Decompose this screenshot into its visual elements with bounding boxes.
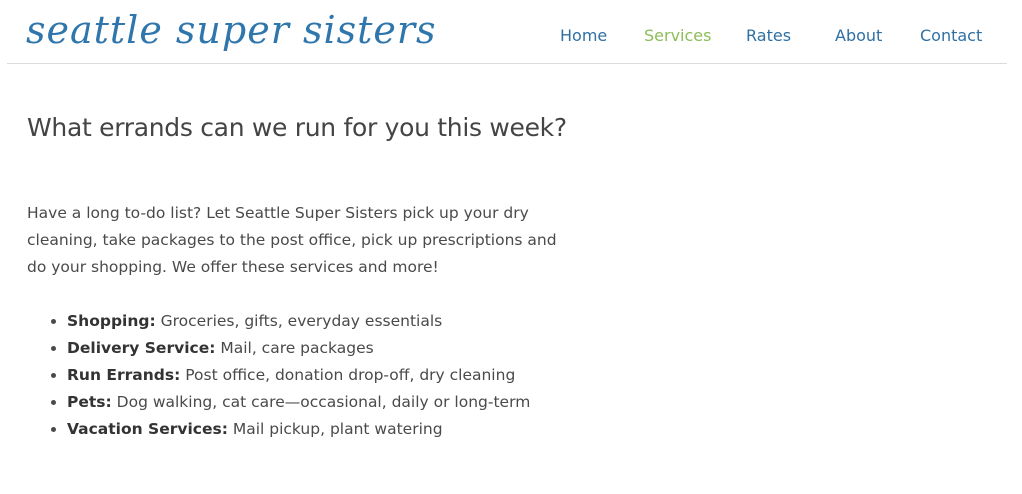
site-header: seattle super sisters Home Services Rate… [0,0,1022,64]
services-list: Shopping: Groceries, gifts, everyday ess… [27,308,587,443]
service-description: Post office, donation drop-off, dry clea… [180,366,516,384]
nav-item-rates[interactable]: Rates [746,25,791,47]
nav-item-contact[interactable]: Contact [920,25,982,47]
service-term: Shopping: [67,312,156,330]
main-nav: Home Services Rates About Contact [0,25,1022,49]
list-item: Shopping: Groceries, gifts, everyday ess… [67,308,587,335]
service-description: Mail, care packages [215,339,374,357]
page-heading: What errands can we run for you this wee… [27,113,567,142]
nav-item-services[interactable]: Services [644,25,711,47]
header-divider [7,63,1007,64]
list-item: Delivery Service: Mail, care packages [67,335,587,362]
service-term: Vacation Services: [67,420,228,438]
nav-item-about[interactable]: About [835,25,882,47]
service-term: Delivery Service: [67,339,216,357]
service-term: Pets: [67,393,112,411]
list-item: Vacation Services: Mail pickup, plant wa… [67,416,587,443]
list-item: Pets: Dog walking, cat care—occasional, … [67,389,587,416]
nav-item-home[interactable]: Home [560,25,607,47]
service-term: Run Errands: [67,366,181,384]
service-description: Dog walking, cat care—occasional, daily … [111,393,531,411]
service-description: Groceries, gifts, everyday essentials [155,312,443,330]
main-content: What errands can we run for you this wee… [27,110,587,443]
intro-paragraph: Have a long to-do list? Let Seattle Supe… [27,204,557,276]
service-description: Mail pickup, plant watering [227,420,443,438]
list-item: Run Errands: Post office, donation drop-… [67,362,587,389]
